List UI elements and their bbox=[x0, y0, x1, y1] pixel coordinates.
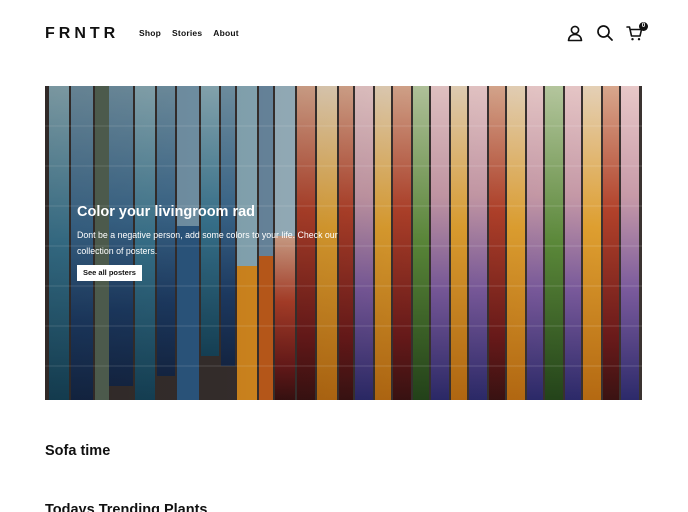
cart-icon[interactable]: 0 bbox=[626, 22, 648, 42]
nav-link-stories[interactable]: Stories bbox=[172, 28, 202, 38]
hero-description: Dont be a negative person, add some colo… bbox=[77, 230, 338, 256]
main-nav: Shop Stories About bbox=[139, 28, 239, 38]
account-icon[interactable] bbox=[566, 24, 584, 42]
section-title-sofa-time: Sofa time bbox=[45, 443, 111, 459]
hero-title: Color your livingroom rad bbox=[77, 204, 256, 220]
search-icon[interactable] bbox=[596, 24, 614, 42]
section-title-trending-plants: Todays Trending Plants bbox=[45, 502, 208, 512]
cart-count-badge: 0 bbox=[639, 22, 648, 31]
nav-link-shop[interactable]: Shop bbox=[139, 28, 161, 38]
nav-link-about[interactable]: About bbox=[213, 28, 239, 38]
header-icons: 0 bbox=[566, 22, 648, 42]
hero-banner: Color your livingroom rad Dont be a nega… bbox=[45, 86, 642, 400]
site-logo[interactable]: FRNTR bbox=[45, 25, 119, 43]
site-header: FRNTR Shop Stories About 0 bbox=[0, 0, 688, 68]
see-all-posters-button[interactable]: See all posters bbox=[77, 265, 142, 281]
